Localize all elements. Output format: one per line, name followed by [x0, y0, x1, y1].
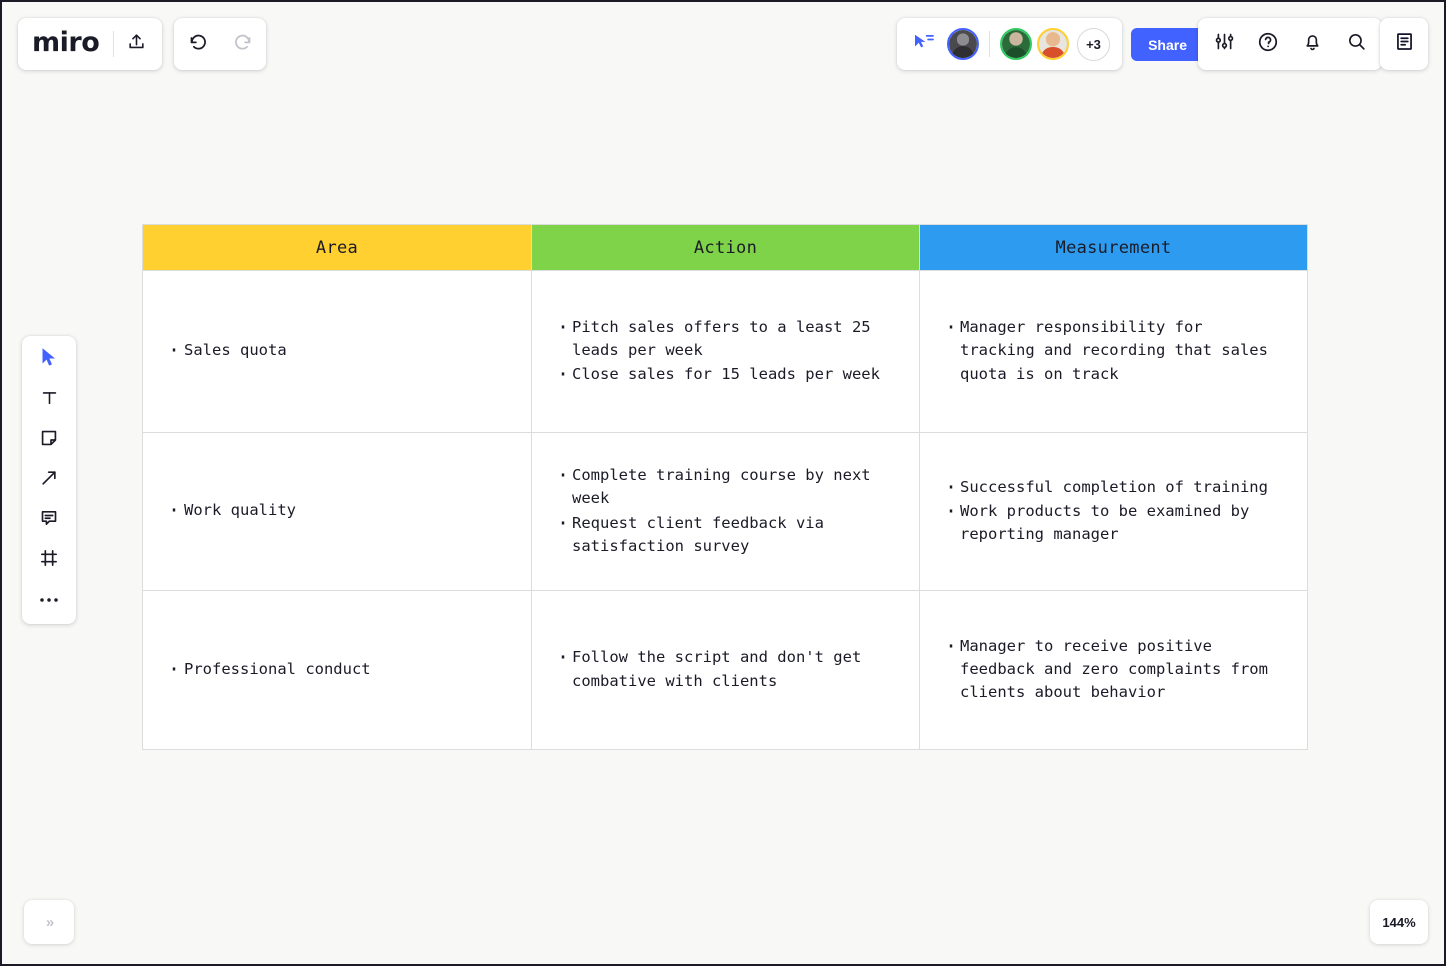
settings-sliders-button[interactable] [1202, 22, 1246, 66]
actions-panel [1198, 18, 1382, 70]
more-dots-icon [39, 591, 59, 609]
bullet-list: Manager to receive positive feedback and… [942, 634, 1285, 705]
table-row[interactable]: Sales quota Pitch sales offers to a leas… [142, 270, 1308, 433]
table-row[interactable]: Work quality Complete training course by… [142, 432, 1308, 591]
avatar-image [1002, 30, 1030, 58]
text-icon [40, 388, 59, 413]
notifications-button[interactable] [1290, 22, 1334, 66]
redo-button[interactable] [220, 22, 264, 66]
frame-tool[interactable] [29, 543, 69, 577]
cursor-share-button[interactable] [907, 27, 941, 61]
logo-panel: miro [18, 18, 163, 70]
miro-board-app: miro +3 Share Area Action Measurement · … [0, 0, 1446, 966]
left-toolbar [22, 336, 76, 624]
arrow-icon [39, 468, 59, 493]
avatar-image [1039, 30, 1067, 58]
bullet-list: Work quality [165, 498, 509, 523]
upload-icon [127, 32, 146, 56]
search-button[interactable] [1334, 22, 1378, 66]
bullet-list: Follow the script and don't get combativ… [554, 645, 897, 693]
list-item: Sales quota [165, 338, 509, 363]
column-header-area[interactable]: Area [142, 224, 532, 271]
avatar[interactable] [1037, 28, 1069, 60]
list-item: Follow the script and don't get combativ… [554, 645, 897, 693]
list-item: Professional conduct [165, 657, 509, 682]
text-tool[interactable] [29, 383, 69, 417]
cell-measurement[interactable]: Manager responsibility for tracking and … [919, 270, 1308, 433]
presence-panel: +3 [897, 18, 1122, 70]
list-item: Request client feedback via satisfaction… [554, 511, 897, 559]
table-header: Area Action Measurement [142, 224, 1308, 271]
notes-panel-icon [1394, 31, 1415, 57]
list-item: Close sales for 15 leads per week [554, 362, 897, 387]
redo-icon [232, 31, 253, 57]
bullet-list: Successful completion of training Work p… [942, 475, 1285, 547]
divider [989, 31, 990, 57]
cursor-select-tool[interactable] [29, 343, 69, 377]
bullet-list: Complete training course by next week Re… [554, 463, 897, 559]
bullet-list: Pitch sales offers to a least 25 leads p… [554, 315, 897, 388]
search-icon [1346, 31, 1367, 57]
settings-sliders-icon [1214, 31, 1235, 57]
bullet-list: Sales quota [165, 338, 509, 363]
list-item: Work quality [165, 498, 509, 523]
zoom-level-indicator[interactable]: 144% [1370, 900, 1428, 944]
cell-area[interactable]: Work quality [142, 432, 532, 591]
cell-action[interactable]: Follow the script and don't get combativ… [531, 590, 920, 750]
performance-plan-table[interactable]: Area Action Measurement Sales quota Pitc… [142, 224, 1308, 750]
bullet-list: Professional conduct [165, 657, 509, 682]
cell-area[interactable]: Professional conduct [142, 590, 532, 750]
top-toolbar: miro +3 Share [2, 2, 1444, 88]
list-item: Work products to be examined by reportin… [942, 499, 1285, 547]
share-button[interactable]: Share [1131, 28, 1204, 61]
table-row[interactable]: Professional conduct Follow the script a… [142, 590, 1308, 750]
connector-arrow-tool[interactable] [29, 463, 69, 497]
more-tools-button[interactable] [29, 583, 69, 617]
avatar-group: +3 [947, 27, 1110, 61]
expand-panel-button[interactable]: » [24, 900, 74, 944]
undo-icon [188, 31, 209, 57]
cursor-share-icon [913, 33, 935, 56]
notes-panel-button[interactable] [1380, 18, 1428, 70]
undo-button[interactable] [176, 22, 220, 66]
sticky-note-tool[interactable] [29, 423, 69, 457]
cell-measurement[interactable]: Manager to receive positive feedback and… [919, 590, 1308, 750]
avatar-image [949, 30, 977, 58]
miro-logo[interactable]: miro [32, 29, 113, 59]
list-item: Manager to receive positive feedback and… [942, 634, 1285, 705]
cursor-icon [41, 347, 58, 373]
notification-bell-icon [1302, 31, 1323, 57]
comment-tool[interactable] [29, 503, 69, 537]
column-header-measurement[interactable]: Measurement [919, 224, 1308, 271]
upload-button[interactable] [114, 22, 158, 66]
column-header-action[interactable]: Action [531, 224, 920, 271]
list-item: Complete training course by next week [554, 463, 897, 511]
cell-measurement[interactable]: Successful completion of training Work p… [919, 432, 1308, 591]
table-body: Sales quota Pitch sales offers to a leas… [142, 270, 1308, 750]
cell-area[interactable]: Sales quota [142, 270, 532, 433]
list-item: Successful completion of training [942, 475, 1285, 500]
bullet-list: Manager responsibility for tracking and … [942, 315, 1285, 386]
help-circle-icon [1257, 31, 1279, 58]
cell-action[interactable]: Complete training course by next week Re… [531, 432, 920, 591]
history-panel [174, 18, 266, 70]
avatar[interactable] [947, 28, 979, 60]
table-header-row: Area Action Measurement [142, 224, 1308, 271]
avatar[interactable] [1000, 28, 1032, 60]
comment-icon [39, 508, 59, 533]
cell-action[interactable]: Pitch sales offers to a least 25 leads p… [531, 270, 920, 433]
frame-icon [39, 548, 59, 573]
help-button[interactable] [1246, 22, 1290, 66]
sticky-note-icon [39, 428, 59, 453]
list-item: Pitch sales offers to a least 25 leads p… [554, 315, 897, 363]
avatar-overflow-count[interactable]: +3 [1077, 27, 1110, 61]
list-item: Manager responsibility for tracking and … [942, 315, 1285, 386]
